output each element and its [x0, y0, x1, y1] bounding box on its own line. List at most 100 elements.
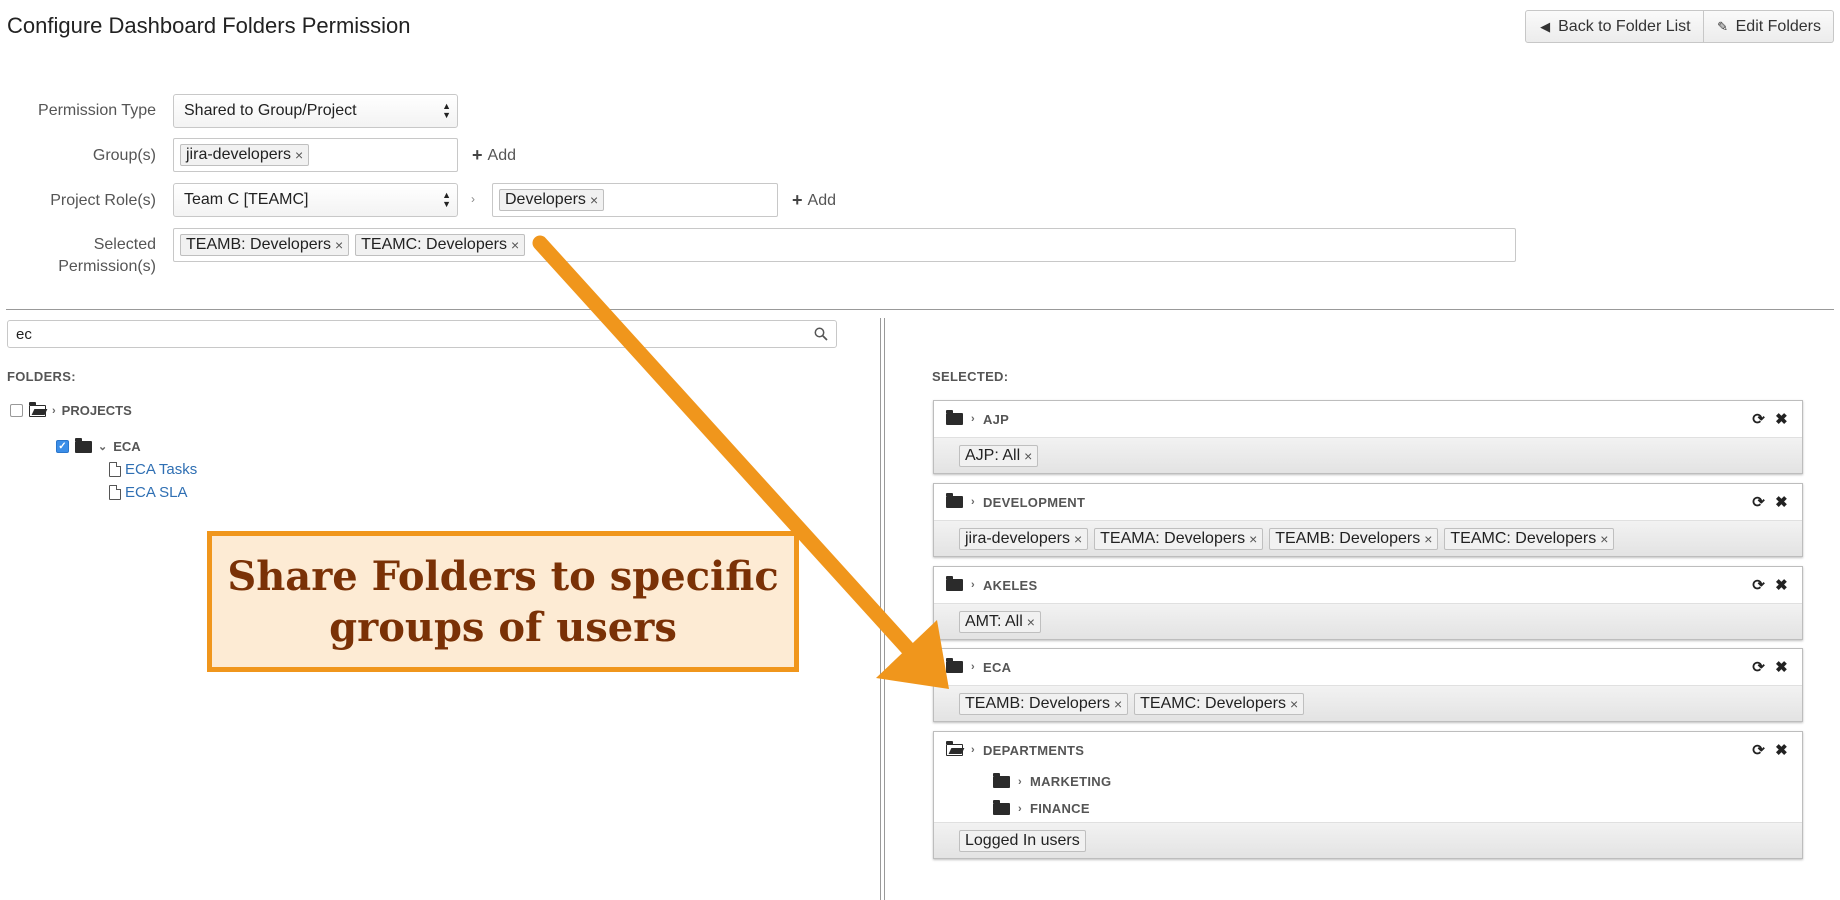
- folder-search-input[interactable]: ec: [7, 320, 837, 348]
- chevron-down-icon[interactable]: ⌄: [98, 440, 107, 453]
- chevron-right-icon[interactable]: ›: [1018, 803, 1022, 815]
- tree-file-label[interactable]: ECA SLA: [125, 484, 188, 501]
- card-folder-name: AKELES: [982, 577, 1038, 593]
- folder-icon: [946, 493, 963, 508]
- permission-type-value: Shared to Group/Project: [184, 102, 357, 119]
- annotation-callout: Share Folders to specific groups of user…: [207, 531, 799, 672]
- chevron-right-icon[interactable]: ›: [971, 413, 975, 425]
- permission-token: TEAMC: Developers ×: [1444, 527, 1615, 550]
- remove-token-icon[interactable]: ×: [1027, 614, 1035, 630]
- permission-type-select[interactable]: Shared to Group/Project ▲ ▼: [173, 94, 458, 128]
- eca-checkbox[interactable]: ✓: [56, 440, 69, 453]
- selected-permissions-label: Selected Permission(s): [58, 234, 156, 278]
- remove-token-icon[interactable]: ×: [295, 147, 303, 163]
- remove-token-icon[interactable]: ×: [1074, 531, 1082, 547]
- tree-file-eca-tasks[interactable]: ECA Tasks: [109, 461, 197, 478]
- refresh-icon[interactable]: ⟳: [1752, 576, 1765, 594]
- selected-permission-token-label: TEAMB: Developers: [186, 236, 331, 253]
- tree-file-eca-sla[interactable]: ECA SLA: [109, 484, 188, 501]
- remove-token-icon[interactable]: ×: [1290, 696, 1298, 712]
- permission-token-label: TEAMB: Developers: [965, 694, 1110, 712]
- remove-token-icon[interactable]: ×: [335, 237, 343, 253]
- permission-token-label: TEAMB: Developers: [1275, 529, 1421, 547]
- card-permissions: AMT: All ×: [934, 603, 1802, 639]
- add-group-label: Add: [487, 146, 516, 164]
- selected-folder-card: › AJP ⟳ ✖ AJP: All ×: [933, 400, 1803, 474]
- chevron-right-icon[interactable]: ›: [971, 661, 975, 673]
- chevron-right-icon: ›: [471, 192, 475, 206]
- tree-file-label[interactable]: ECA Tasks: [125, 461, 197, 478]
- role-token: Developers ×: [499, 189, 605, 211]
- selected-folder-card: › AKELES ⟳ ✖ AMT: All ×: [933, 566, 1803, 640]
- group-token-label: jira-developers: [186, 146, 291, 163]
- project-select[interactable]: Team C [TEAMC] ▲ ▼: [173, 183, 458, 217]
- remove-token-icon[interactable]: ×: [1424, 531, 1432, 547]
- subfolder-row[interactable]: › FINANCE: [934, 795, 1802, 822]
- permission-token: TEAMB: Developers ×: [1269, 527, 1439, 550]
- pencil-icon: ✎: [1717, 18, 1729, 34]
- project-select-value: Team C [TEAMC]: [184, 191, 309, 208]
- chevron-right-icon[interactable]: ›: [971, 579, 975, 591]
- close-icon[interactable]: ✖: [1775, 576, 1788, 594]
- edit-folders-label: Edit Folders: [1735, 17, 1821, 35]
- remove-token-icon[interactable]: ×: [1114, 696, 1122, 712]
- card-permissions: AJP: All ×: [934, 437, 1802, 473]
- refresh-icon[interactable]: ⟳: [1752, 741, 1765, 759]
- permission-token-label: AJP: All: [965, 446, 1021, 464]
- chevron-right-icon[interactable]: ›: [971, 744, 975, 756]
- back-to-folder-list-label: Back to Folder List: [1558, 17, 1691, 35]
- refresh-icon[interactable]: ⟳: [1752, 658, 1765, 676]
- remove-token-icon[interactable]: ×: [511, 237, 519, 253]
- folder-search-value: ec: [16, 325, 32, 343]
- add-role-label: Add: [807, 191, 836, 209]
- close-icon[interactable]: ✖: [1775, 493, 1788, 511]
- card-folder-name: AJP: [982, 411, 1010, 427]
- refresh-icon[interactable]: ⟳: [1752, 493, 1765, 511]
- selected-permission-token: TEAMB: Developers ×: [180, 234, 350, 256]
- permission-token: AJP: All ×: [959, 444, 1039, 467]
- permission-token-label: TEAMC: Developers: [1140, 694, 1286, 712]
- chevron-right-icon[interactable]: ›: [971, 496, 975, 508]
- callout-line1: Share Folders to specific: [227, 552, 779, 600]
- card-header[interactable]: › DEPARTMENTS ⟳ ✖: [934, 732, 1802, 768]
- edit-folders-button[interactable]: ✎ Edit Folders: [1703, 10, 1834, 43]
- file-icon: [109, 485, 121, 500]
- add-role-button[interactable]: + Add: [792, 190, 836, 211]
- selected-folder-card: › DEVELOPMENT ⟳ ✖ jira-developers × TEAMA…: [933, 483, 1803, 557]
- add-group-button[interactable]: + Add: [472, 145, 516, 166]
- remove-token-icon[interactable]: ×: [1600, 531, 1608, 547]
- card-header[interactable]: › AKELES ⟳ ✖: [934, 567, 1802, 603]
- refresh-icon[interactable]: ⟳: [1752, 410, 1765, 428]
- close-icon[interactable]: ✖: [1775, 658, 1788, 676]
- role-token-label: Developers: [505, 191, 586, 208]
- card-header[interactable]: › AJP ⟳ ✖: [934, 401, 1802, 437]
- close-icon[interactable]: ✖: [1775, 410, 1788, 428]
- tree-node-eca[interactable]: ✓ ⌄ ECA: [56, 437, 141, 454]
- search-icon[interactable]: [814, 327, 828, 341]
- file-icon: [109, 462, 121, 477]
- card-header[interactable]: › ECA ⟳ ✖: [934, 649, 1802, 685]
- chevron-right-icon[interactable]: ›: [52, 405, 56, 417]
- selected-permissions-input[interactable]: TEAMB: Developers × TEAMC: Developers ×: [173, 228, 1516, 262]
- remove-token-icon[interactable]: ×: [1249, 531, 1257, 547]
- card-folder-name: ECA: [982, 659, 1012, 675]
- remove-token-icon[interactable]: ×: [1024, 448, 1032, 464]
- groups-input[interactable]: jira-developers ×: [173, 138, 458, 172]
- projects-checkbox[interactable]: [10, 404, 23, 417]
- project-roles-input[interactable]: Developers ×: [492, 183, 778, 217]
- close-icon[interactable]: ✖: [1775, 741, 1788, 759]
- back-to-folder-list-button[interactable]: ◀ Back to Folder List: [1525, 10, 1704, 43]
- plus-icon: +: [472, 145, 483, 165]
- tree-node-label: ECA: [113, 439, 141, 454]
- subfolder-label: MARKETING: [1029, 774, 1112, 789]
- top-button-group: ◀ Back to Folder List ✎ Edit Folders: [1525, 10, 1834, 43]
- card-header[interactable]: › DEVELOPMENT ⟳ ✖: [934, 484, 1802, 520]
- tree-node-projects[interactable]: › PROJECTS: [10, 401, 132, 418]
- folder-icon: [946, 410, 963, 425]
- selected-permission-token: TEAMC: Developers ×: [355, 234, 526, 256]
- chevron-right-icon[interactable]: ›: [1018, 776, 1022, 788]
- card-folder-name: DEVELOPMENT: [982, 494, 1086, 510]
- remove-token-icon[interactable]: ×: [590, 192, 598, 208]
- subfolder-row[interactable]: › MARKETING: [934, 768, 1802, 795]
- panel-splitter[interactable]: [880, 318, 885, 900]
